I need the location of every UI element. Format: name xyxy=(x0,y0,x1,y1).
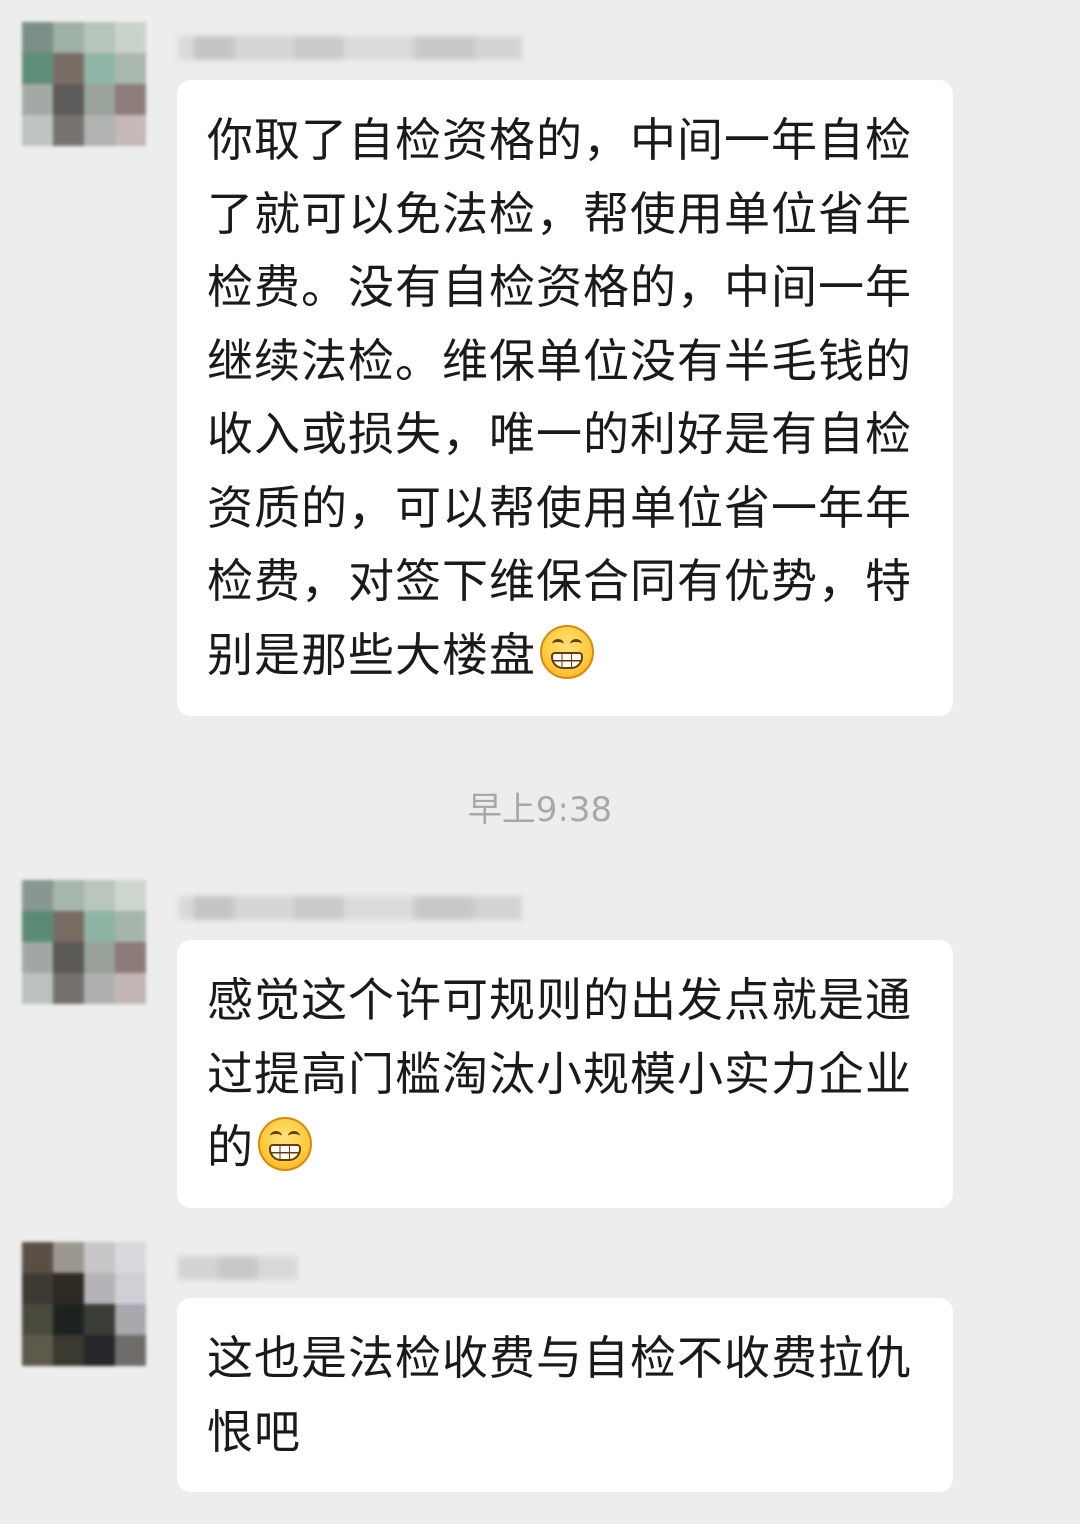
message-text: 感觉这个许可规则的出发点就是通过提高门槛淘汰小规模小实力企业的 xyxy=(207,973,912,1174)
grin-emoji-icon xyxy=(540,624,594,679)
message-bubble[interactable]: 你取了自检资格的，中间一年自检了就可以免法检，帮使用单位省年检费。没有自检资格的… xyxy=(177,80,953,716)
avatar[interactable] xyxy=(22,22,146,146)
sender-name xyxy=(178,1250,298,1284)
grimace-emoji-icon xyxy=(258,1117,312,1171)
message-bubble[interactable]: 这也是法检收费与自检不收费拉仇恨吧 xyxy=(177,1298,953,1492)
avatar[interactable] xyxy=(22,880,146,1004)
sender-name xyxy=(178,890,522,924)
sender-name xyxy=(178,30,522,64)
message-text: 你取了自检资格的，中间一年自检了就可以免法检，帮使用单位省年检费。没有自检资格的… xyxy=(207,113,912,682)
avatar[interactable] xyxy=(22,1242,146,1366)
chat-timestamp: 早上9:38 xyxy=(467,790,613,830)
message-bubble[interactable]: 感觉这个许可规则的出发点就是通过提高门槛淘汰小规模小实力企业的 xyxy=(177,940,953,1208)
message-text: 这也是法检收费与自检不收费拉仇恨吧 xyxy=(207,1331,912,1459)
